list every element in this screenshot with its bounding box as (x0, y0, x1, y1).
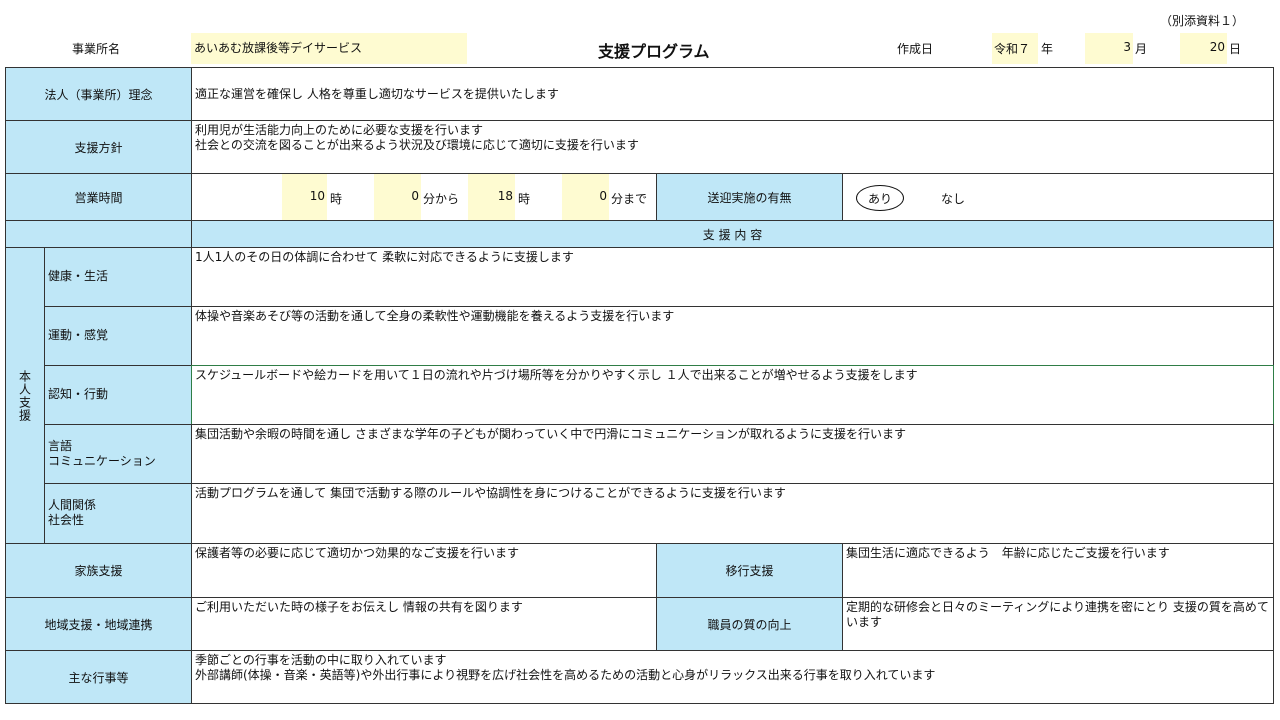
family-support-text[interactable]: 保護者等の必要に応じて適切かつ効果的なご支援を行います (191, 543, 657, 598)
personal-row-label-language: 言語 コミュニケーション (44, 424, 192, 484)
month-suffix: 月 (1135, 42, 1148, 56)
community-support-text[interactable]: ご利用いただいた時の様子をお伝えし 情報の共有を図ります (191, 597, 657, 651)
family-support-label: 家族支援 (5, 543, 192, 598)
events-text[interactable]: 季節ごとの行事を活動の中に取り入れています 外部講師(体操・音楽・英語等)や外出… (191, 650, 1274, 704)
end-hour-value: 18 (497, 189, 513, 203)
staff-quality-text[interactable]: 定期的な研修会と日々のミーティングにより連携を密にとり 支援の質を高めています (842, 597, 1274, 651)
end-hour-field[interactable]: 18 (468, 174, 515, 220)
month-field[interactable]: 3 (1085, 33, 1133, 64)
attachment-note: （別添資料１） (1160, 14, 1245, 28)
month-value: 3 (1123, 40, 1131, 54)
day-suffix: 日 (1229, 42, 1242, 56)
policy-text[interactable]: 利用児が生活能力向上のために必要な支援を行います 社会との交流を図ることが出来る… (191, 120, 1274, 174)
support-content-corner (5, 220, 192, 248)
personal-row-text-health[interactable]: 1人1人のその日の体調に合わせて 柔軟に対応できるように支援します (191, 247, 1274, 307)
transport-options (842, 173, 1274, 221)
transport-yes-label: あり (867, 191, 892, 206)
end-min-field[interactable]: 0 (562, 174, 609, 220)
until-unit: 分まで (611, 192, 648, 206)
start-min-value: 0 (411, 189, 419, 203)
office-name-value: あいあむ放課後等デイサービス (194, 41, 363, 55)
year-suffix: 年 (1041, 42, 1054, 56)
start-min-field[interactable]: 0 (374, 174, 421, 220)
personal-row-label-health: 健康・生活 (44, 247, 192, 307)
personal-row-text-language[interactable]: 集団活動や余暇の時間を通し さまざまな学年の子どもが関わっていく中で円滑にコミュ… (191, 424, 1274, 484)
start-hour-unit: 時 (330, 192, 343, 206)
policy-label: 支援方針 (5, 120, 192, 174)
start-hour-field[interactable]: 10 (282, 174, 327, 220)
transport-no-option[interactable]: なし (941, 190, 981, 206)
from-unit: 分から (423, 192, 460, 206)
transport-label: 送迎実施の有無 (656, 173, 843, 221)
personal-row-label-motor: 運動・感覚 (44, 306, 192, 366)
start-hour-value: 10 (309, 189, 325, 203)
day-value: 20 (1209, 40, 1225, 54)
personal-row-label-cognition: 認知・行動 (44, 365, 192, 425)
personal-row-text-motor[interactable]: 体操や音楽あそび等の活動を通して全身の柔軟性や運動機能を養えるよう支援を行います (191, 306, 1274, 366)
office-name-label: 事業所名 (72, 42, 121, 56)
hours-label: 営業時間 (5, 173, 192, 221)
personal-row-text-social[interactable]: 活動プログラムを通して 集団で活動する際のルールや協調性を身につけることができる… (191, 483, 1274, 544)
office-name-field[interactable]: あいあむ放課後等デイサービス (191, 33, 467, 64)
personal-row-label-social: 人間関係 社会性 (44, 483, 192, 544)
transport-yes-option[interactable]: あり (856, 185, 904, 211)
transition-support-label: 移行支援 (656, 543, 843, 598)
staff-quality-label: 職員の質の向上 (656, 597, 843, 651)
community-support-label: 地域支援・地域連携 (5, 597, 192, 651)
day-field[interactable]: 20 (1180, 33, 1227, 64)
date-label: 作成日 (897, 42, 934, 56)
end-hour-unit: 時 (518, 192, 531, 206)
philosophy-text[interactable]: 適正な運営を確保し 人格を尊重し適切なサービスを提供いたします (191, 67, 1274, 121)
page-title: 支援プログラム (598, 42, 710, 61)
personal-row-text-cognition[interactable]: スケジュールボードや絵カードを用いて１日の流れや片づけ場所等を分かりやすく示し … (191, 365, 1274, 425)
personal-support-label: 本人支援 (5, 247, 45, 544)
transition-support-text[interactable]: 集団生活に適応できるよう 年齢に応じたご支援を行います (842, 543, 1274, 598)
era-year-field[interactable]: 令和７ (992, 33, 1038, 64)
transport-no-label: なし (941, 192, 966, 206)
end-min-value: 0 (599, 189, 607, 203)
era-year-value: 令和７ (994, 42, 1031, 56)
events-label: 主な行事等 (5, 650, 192, 704)
support-content-header: 支 援 内 容 (191, 220, 1274, 248)
philosophy-label: 法人（事業所）理念 (5, 67, 192, 121)
